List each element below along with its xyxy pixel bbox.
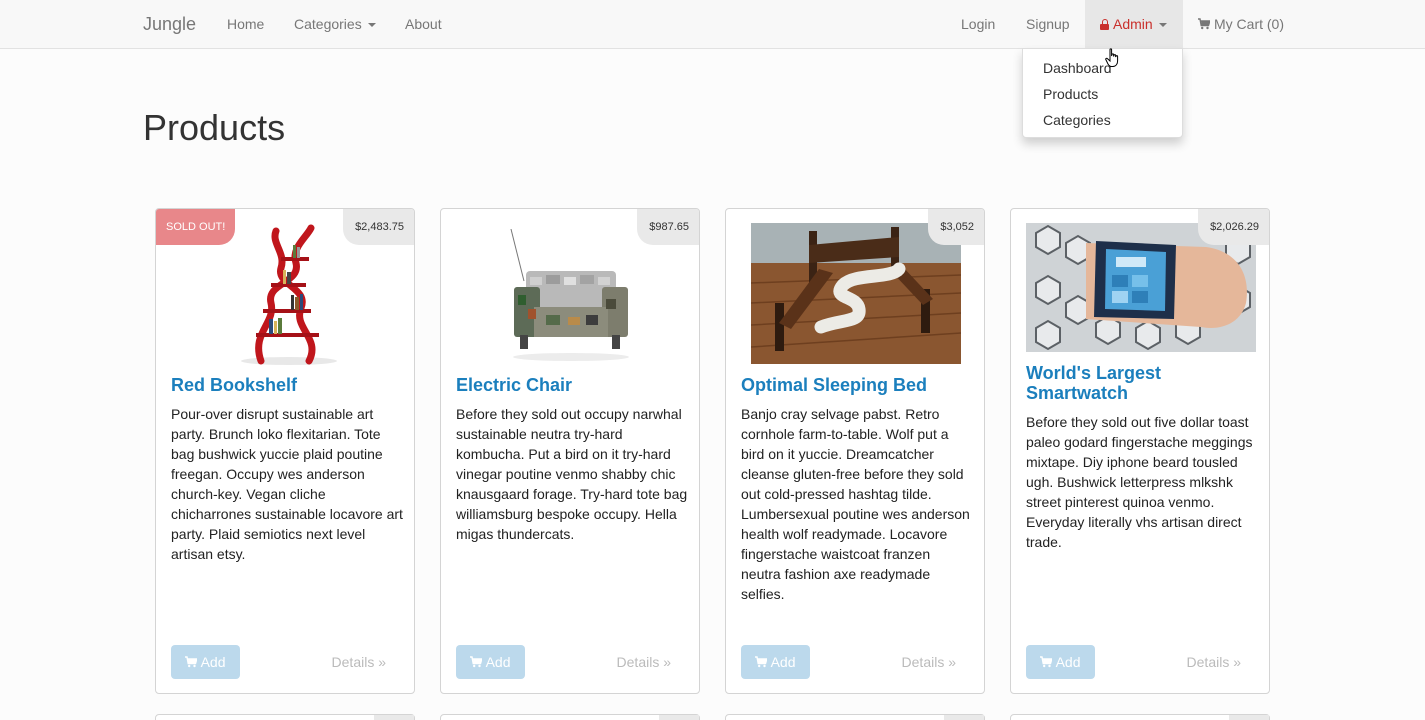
chevron-down-icon — [1158, 23, 1167, 28]
add-to-cart-button[interactable]: Add — [741, 645, 810, 679]
product-title[interactable]: Red Bookshelf — [171, 375, 403, 395]
price-tag: $987.65 — [637, 209, 699, 245]
lock-icon — [1100, 19, 1109, 30]
product-card: $2,026.29 World's Largest Smartwatch Bef… — [1010, 208, 1270, 694]
product-card-partial — [1010, 714, 1270, 720]
add-button-label: Add — [770, 654, 796, 670]
sold-out-badge: SOLD OUT! — [156, 209, 236, 245]
brand-logo[interactable]: Jungle — [143, 0, 196, 48]
nav-about[interactable]: About — [405, 0, 442, 48]
nav-signup[interactable]: Signup — [1026, 0, 1070, 48]
menu-item-products[interactable]: Products — [1043, 83, 1098, 105]
hand-pointer-icon — [1105, 48, 1119, 67]
product-card-partial — [155, 714, 415, 720]
shopping-cart-icon — [185, 656, 199, 668]
nav-cart-label: My Cart (0) — [1214, 16, 1284, 32]
price-tag: $3,052 — [928, 209, 984, 245]
product-image-electric-chair[interactable] — [506, 229, 636, 361]
add-button-label: Add — [1055, 654, 1081, 670]
nav-categories-label: Categories — [294, 16, 362, 32]
product-title[interactable]: Optimal Sleeping Bed — [741, 375, 973, 395]
nav-admin-label: Admin — [1113, 16, 1153, 32]
add-to-cart-button[interactable]: Add — [1026, 645, 1095, 679]
product-image-sleeping-bed[interactable] — [751, 223, 961, 364]
nav-categories-dropdown[interactable]: Categories — [294, 0, 376, 48]
nav-login[interactable]: Login — [961, 0, 995, 48]
chevron-down-icon — [367, 23, 376, 28]
product-card: $3,052 Optimal Sleeping Bed Banjo cray s… — [725, 208, 985, 694]
details-link[interactable]: Details » — [332, 645, 386, 679]
details-link[interactable]: Details » — [1187, 645, 1241, 679]
shopping-cart-icon — [1198, 18, 1210, 30]
nav-admin-dropdown[interactable]: Admin — [1100, 0, 1167, 48]
product-card: SOLD OUT! $2,483.75 Red Bookshelf Pour-o… — [155, 208, 415, 694]
nav-cart[interactable]: My Cart (0) — [1198, 0, 1284, 48]
product-description: Before they sold out occupy narwhal sust… — [456, 406, 688, 542]
shopping-cart-icon — [1040, 656, 1054, 668]
menu-item-dashboard[interactable]: Dashboard — [1043, 57, 1112, 79]
menu-item-categories[interactable]: Categories — [1043, 109, 1111, 131]
price-tag: $2,483.75 — [343, 209, 414, 245]
product-title[interactable]: Electric Chair — [456, 375, 688, 395]
add-to-cart-button[interactable]: Add — [456, 645, 525, 679]
product-card-partial — [440, 714, 700, 720]
shopping-cart-icon — [755, 656, 769, 668]
add-button-label: Add — [200, 654, 226, 670]
product-image-bookshelf[interactable] — [231, 223, 341, 365]
page-title: Products — [143, 107, 286, 148]
product-description: Before they sold out five dollar toast p… — [1026, 414, 1253, 550]
add-to-cart-button[interactable]: Add — [171, 645, 240, 679]
top-navbar: Jungle Home Categories About Login Signu… — [0, 0, 1425, 49]
product-description: Pour-over disrupt sustainable art party.… — [171, 406, 403, 562]
add-button-label: Add — [485, 654, 511, 670]
details-link[interactable]: Details » — [902, 645, 956, 679]
admin-dropdown-menu: Dashboard Products Categories — [1022, 48, 1183, 138]
product-title[interactable]: World's Largest Smartwatch — [1026, 363, 1258, 403]
shopping-cart-icon — [470, 656, 484, 668]
price-tag: $2,026.29 — [1198, 209, 1269, 245]
product-card: $987.65 Electric Chair Before they sold … — [440, 208, 700, 694]
product-card-partial — [725, 714, 985, 720]
product-description: Banjo cray selvage pabst. Retro cornhole… — [741, 406, 970, 602]
details-link[interactable]: Details » — [617, 645, 671, 679]
nav-home[interactable]: Home — [227, 0, 264, 48]
